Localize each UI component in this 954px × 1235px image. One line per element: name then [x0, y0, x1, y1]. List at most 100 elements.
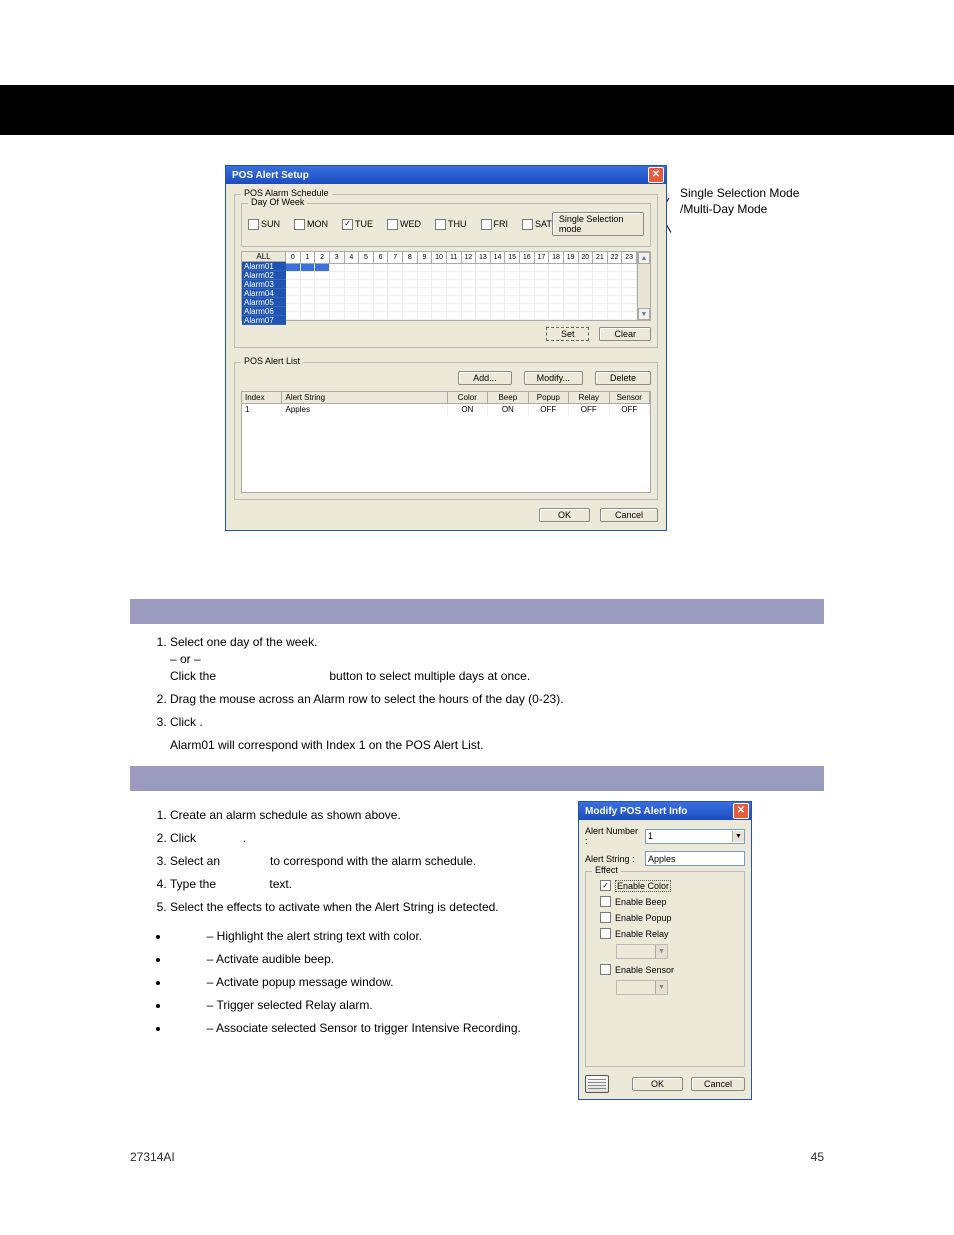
- grid-row[interactable]: [286, 264, 637, 272]
- grid-cell[interactable]: [418, 312, 433, 319]
- grid-scrollbar[interactable]: ▲ ▼: [637, 252, 650, 320]
- grid-cell[interactable]: [622, 296, 637, 303]
- grid-cell[interactable]: [462, 304, 477, 311]
- grid-cell[interactable]: [432, 272, 447, 279]
- grid-cell[interactable]: [476, 312, 491, 319]
- grid-cell[interactable]: [622, 272, 637, 279]
- grid-cell[interactable]: [374, 264, 389, 271]
- grid-row[interactable]: [286, 280, 637, 288]
- grid-cell[interactable]: [520, 288, 535, 295]
- grid-cell[interactable]: [418, 296, 433, 303]
- grid-cell[interactable]: [330, 296, 345, 303]
- day-checkbox-sat[interactable]: SAT: [522, 219, 552, 230]
- grid-cell[interactable]: [564, 272, 579, 279]
- grid-cell[interactable]: [286, 264, 301, 271]
- clear-button[interactable]: Clear: [599, 327, 651, 341]
- grid-cell[interactable]: [549, 304, 564, 311]
- grid-cell[interactable]: [622, 312, 637, 319]
- grid-cell[interactable]: [564, 312, 579, 319]
- grid-cell[interactable]: [476, 272, 491, 279]
- grid-cell[interactable]: [374, 312, 389, 319]
- grid-cell[interactable]: [359, 280, 374, 287]
- grid-cell[interactable]: [418, 304, 433, 311]
- grid-row[interactable]: [286, 272, 637, 280]
- grid-cell[interactable]: [520, 296, 535, 303]
- grid-cell[interactable]: [447, 288, 462, 295]
- grid-cell[interactable]: [301, 280, 316, 287]
- grid-cell[interactable]: [359, 288, 374, 295]
- grid-cell[interactable]: [520, 312, 535, 319]
- grid-cell[interactable]: [403, 304, 418, 311]
- grid-cell[interactable]: [535, 312, 550, 319]
- grid-cell[interactable]: [608, 296, 623, 303]
- grid-cell[interactable]: [462, 312, 477, 319]
- grid-cell[interactable]: [388, 288, 403, 295]
- grid-cell[interactable]: [505, 296, 520, 303]
- column-header[interactable]: Index: [242, 392, 282, 404]
- alert-number-combo[interactable]: 1 ▼: [645, 829, 745, 844]
- grid-cell[interactable]: [432, 296, 447, 303]
- modify-button[interactable]: Modify...: [524, 371, 583, 385]
- checkbox-icon[interactable]: [600, 928, 611, 939]
- grid-cell[interactable]: [476, 296, 491, 303]
- grid-cell[interactable]: [330, 264, 345, 271]
- grid-cell[interactable]: [315, 288, 330, 295]
- cancel-button[interactable]: Cancel: [691, 1077, 745, 1091]
- grid-cell[interactable]: [330, 312, 345, 319]
- grid-cell[interactable]: [432, 312, 447, 319]
- column-header[interactable]: Color: [448, 392, 488, 404]
- grid-cell[interactable]: [330, 304, 345, 311]
- day-checkbox-mon[interactable]: MON: [294, 219, 328, 230]
- grid-cell[interactable]: [491, 288, 506, 295]
- grid-cell[interactable]: [535, 304, 550, 311]
- grid-cell[interactable]: [388, 312, 403, 319]
- checkbox-icon[interactable]: [481, 219, 492, 230]
- checkbox-icon[interactable]: [600, 964, 611, 975]
- effect-checkbox-row[interactable]: Enable Beep: [594, 896, 736, 907]
- grid-cell[interactable]: [359, 296, 374, 303]
- grid-cell[interactable]: [564, 264, 579, 271]
- grid-cell[interactable]: [301, 296, 316, 303]
- grid-cell[interactable]: [286, 296, 301, 303]
- effect-checkbox-row[interactable]: Enable Sensor: [594, 964, 736, 975]
- checkbox-icon[interactable]: [294, 219, 305, 230]
- grid-cell[interactable]: [505, 312, 520, 319]
- grid-cell[interactable]: [432, 280, 447, 287]
- grid-cell[interactable]: [491, 296, 506, 303]
- grid-cell[interactable]: [593, 272, 608, 279]
- grid-cell[interactable]: [359, 304, 374, 311]
- grid-cell[interactable]: [549, 288, 564, 295]
- scroll-up-icon[interactable]: ▲: [638, 252, 650, 264]
- grid-cell[interactable]: [593, 312, 608, 319]
- chevron-down-icon[interactable]: ▼: [732, 831, 744, 842]
- grid-cell[interactable]: [403, 312, 418, 319]
- grid-cell[interactable]: [535, 288, 550, 295]
- grid-cell[interactable]: [622, 304, 637, 311]
- grid-cell[interactable]: [505, 264, 520, 271]
- grid-cell[interactable]: [447, 272, 462, 279]
- grid-cell[interactable]: [286, 304, 301, 311]
- grid-cell[interactable]: [622, 288, 637, 295]
- grid-cell[interactable]: [564, 280, 579, 287]
- column-header[interactable]: Beep: [488, 392, 528, 404]
- grid-cell[interactable]: [593, 296, 608, 303]
- grid-cell[interactable]: [418, 288, 433, 295]
- grid-cell[interactable]: [286, 288, 301, 295]
- grid-cell[interactable]: [315, 280, 330, 287]
- grid-cell[interactable]: [286, 280, 301, 287]
- grid-cell[interactable]: [330, 272, 345, 279]
- grid-cell[interactable]: [374, 280, 389, 287]
- grid-cell[interactable]: [359, 272, 374, 279]
- grid-cell[interactable]: [345, 304, 360, 311]
- grid-cell[interactable]: [579, 288, 594, 295]
- grid-cell[interactable]: [505, 272, 520, 279]
- grid-cell[interactable]: [388, 264, 403, 271]
- effect-checkbox-row[interactable]: ✓Enable Color: [594, 880, 736, 891]
- day-checkbox-thu[interactable]: THU: [435, 219, 467, 230]
- grid-cell[interactable]: [388, 296, 403, 303]
- grid-cell[interactable]: [462, 288, 477, 295]
- grid-cell[interactable]: [345, 312, 360, 319]
- grid-cell[interactable]: [608, 264, 623, 271]
- grid-cell[interactable]: [359, 312, 374, 319]
- alert-list-table[interactable]: IndexAlert StringColorBeepPopupRelaySens…: [241, 391, 651, 493]
